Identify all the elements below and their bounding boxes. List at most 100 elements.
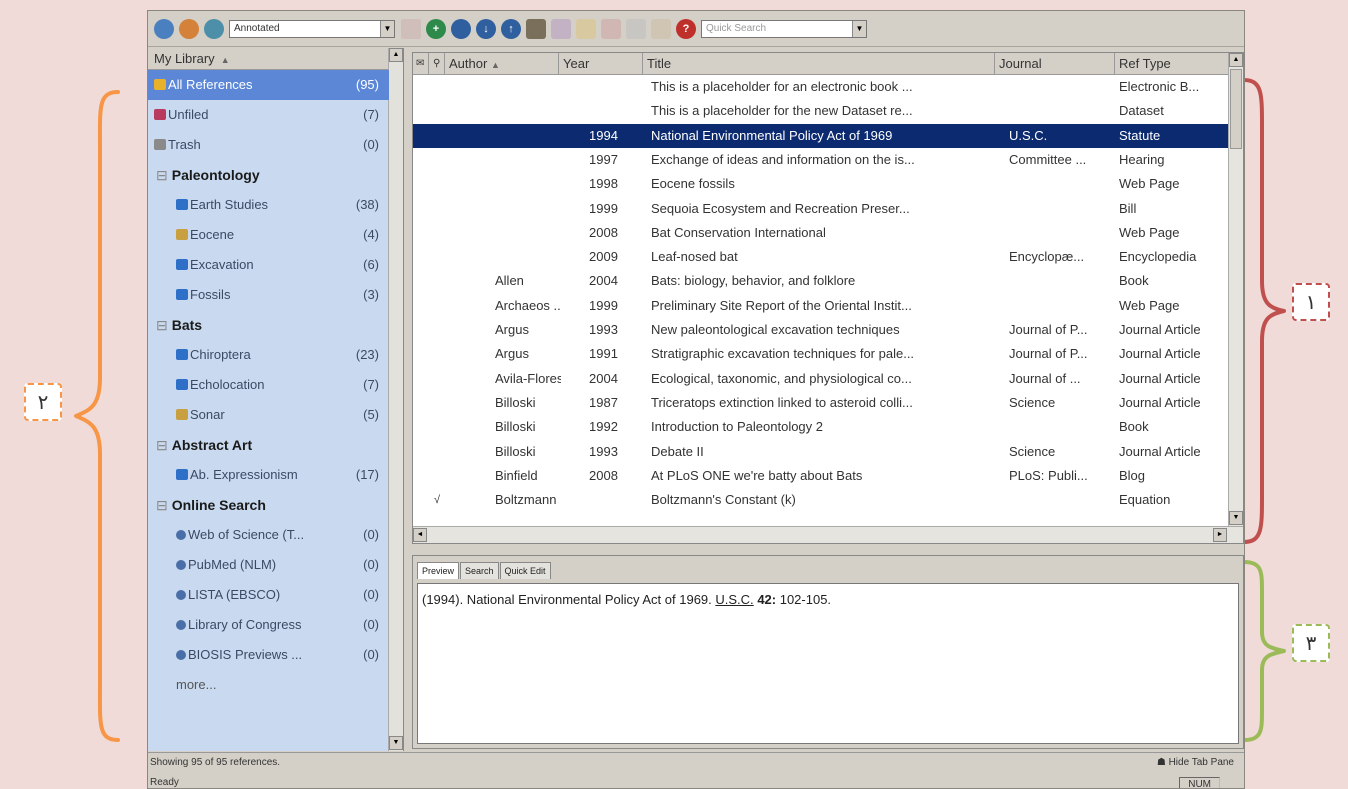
person-icon: ☗ — [1156, 757, 1166, 768]
library-item-sonar[interactable]: Sonar (5) — [148, 400, 389, 430]
download-icon[interactable]: ↓ — [476, 18, 496, 39]
style-select[interactable]: Annotated ▼ — [229, 19, 395, 38]
library-item-fossils[interactable]: Fossils (3) — [148, 280, 389, 310]
library-item-label: Echolocation — [190, 377, 265, 392]
table-row[interactable]: Allen 2004 Bats: biology, behavior, and fo… — [413, 269, 1229, 293]
chevron-down-icon[interactable]: ▼ — [380, 20, 394, 37]
library-item-count: (0) — [363, 587, 379, 602]
library-item-excavation[interactable]: Excavation (6) — [148, 250, 389, 280]
attachment-column-icon[interactable]: ⚲ — [429, 53, 445, 75]
integrated-library-mode-icon[interactable] — [204, 18, 224, 39]
table-row[interactable]: √ Boltzmann Boltzmann's Constant (k) Equati… — [413, 488, 1229, 512]
table-row[interactable]: 2008 Bat Conservation International Web Pa… — [413, 221, 1229, 245]
library-item-library-of-congress[interactable]: Library of Congress (0) — [148, 610, 389, 640]
read-status-column-icon[interactable]: ✉ — [413, 53, 429, 75]
edit-icon[interactable] — [551, 18, 571, 39]
quick-search-select[interactable]: Quick Search ▼ — [701, 19, 867, 38]
library-item-biosis-previews[interactable]: BIOSIS Previews ... (0) — [148, 640, 389, 670]
library-item-label: Web of Science (T... — [188, 527, 305, 542]
library-item-count: (0) — [363, 647, 379, 662]
table-row[interactable]: 1994 National Environmental Policy Act of… — [413, 123, 1229, 148]
collapse-icon[interactable]: ⊟ — [156, 317, 168, 333]
smart-group-icon — [176, 229, 188, 240]
scroll-thumb[interactable] — [1230, 69, 1242, 149]
library-scrollbar[interactable]: ▲ ▼ — [388, 48, 403, 751]
library-item-eocene[interactable]: Eocene (4) — [148, 220, 389, 250]
online-search-mode-icon[interactable] — [154, 18, 174, 39]
table-row[interactable]: Binfield 2008 At PLoS ONE we're batty abou… — [413, 464, 1229, 488]
table-row[interactable]: Argus 1993 New paleontological excavation … — [413, 318, 1229, 342]
scroll-up-icon[interactable]: ▲ — [1229, 53, 1243, 67]
library-item-all-references[interactable]: All References (95) — [148, 70, 389, 100]
scroll-up-icon[interactable]: ▲ — [389, 48, 403, 62]
library-item-more[interactable]: more... — [148, 670, 389, 700]
table-row[interactable]: Argus 1991 Stratigraphic excavation techni… — [413, 342, 1229, 366]
collapse-icon[interactable]: ⊟ — [156, 167, 168, 183]
group-header-online-search[interactable]: ⊟ Online Search — [148, 490, 389, 520]
folder-icon[interactable] — [576, 18, 596, 39]
local-library-mode-icon[interactable] — [179, 18, 199, 39]
library-header[interactable]: My Library ▲ — [148, 48, 389, 70]
attach-icon[interactable] — [601, 18, 621, 39]
tab-quick-edit[interactable]: Quick Edit — [499, 562, 551, 579]
cell-author: Billoski — [495, 394, 536, 410]
table-row[interactable]: 1997 Exchange of ideas and information on… — [413, 148, 1229, 172]
layout-icon[interactable] — [626, 18, 646, 39]
cell-journal: Journal of P... — [1009, 346, 1088, 362]
column-journal[interactable]: Journal — [995, 53, 1115, 75]
hide-tab-pane-button[interactable]: ☗ Hide Tab Pane — [1157, 757, 1234, 768]
help-icon[interactable]: ? — [676, 18, 696, 39]
column-reftype[interactable]: Ref Type — [1115, 53, 1229, 75]
cell-year: 1994 — [589, 127, 618, 143]
reference-list-hscrollbar[interactable]: ◄ ► — [413, 526, 1243, 543]
upload-icon[interactable]: ↑ — [501, 18, 521, 39]
insert-citation-icon[interactable]: + — [426, 18, 446, 39]
column-author[interactable]: Author ▲ — [445, 53, 559, 75]
library-item-web-of-science-t[interactable]: Web of Science (T... (0) — [148, 520, 389, 550]
table-row[interactable]: 2009 Leaf-nosed bat Encyclopæ... Encycloped… — [413, 245, 1229, 269]
find-fulltext-icon[interactable] — [451, 18, 471, 39]
scroll-down-icon[interactable]: ▼ — [1229, 511, 1243, 525]
table-row[interactable]: Avila-Flores 2004 Ecological, taxonomic, a… — [413, 367, 1229, 391]
library-item-pubmed-nlm[interactable]: PubMed (NLM) (0) — [148, 550, 389, 580]
column-year[interactable]: Year — [559, 53, 643, 75]
style-icon[interactable] — [401, 18, 421, 39]
library-item-chiroptera[interactable]: Chiroptera (23) — [148, 340, 389, 370]
library-item-earth-studies[interactable]: Earth Studies (38) — [148, 190, 389, 220]
collapse-icon[interactable]: ⊟ — [156, 437, 168, 453]
cell-title: At PLoS ONE we're batty about Bats — [651, 467, 863, 483]
column-title[interactable]: Title — [643, 53, 995, 75]
all-references-icon — [154, 79, 166, 90]
table-row[interactable]: Billoski 1987 Triceratops extinction linke… — [413, 391, 1229, 415]
tab-search[interactable]: Search — [460, 562, 499, 579]
table-row[interactable]: Billoski 1992 Introduction to Paleontology… — [413, 415, 1229, 439]
scroll-right-icon[interactable]: ► — [1213, 528, 1227, 542]
table-row[interactable]: This is a placeholder for an electronic … — [413, 75, 1229, 99]
reference-list-vscrollbar[interactable]: ▲ ▼ — [1228, 53, 1243, 527]
table-row[interactable]: 1999 Sequoia Ecosystem and Recreation Pre… — [413, 197, 1229, 221]
table-row[interactable]: This is a placeholder for the new Datase… — [413, 99, 1229, 123]
group-header-bats[interactable]: ⊟ Bats — [148, 310, 389, 340]
chevron-down-icon[interactable]: ▼ — [852, 20, 866, 37]
table-row[interactable]: 1998 Eocene fossils Web Page — [413, 172, 1229, 196]
folder-icon — [176, 349, 188, 360]
cell-type: Encyclopedia — [1119, 249, 1197, 265]
group-header-abstract-art[interactable]: ⊟ Abstract Art — [148, 430, 389, 460]
collapse-icon[interactable]: ⊟ — [156, 497, 168, 513]
scroll-down-icon[interactable]: ▼ — [389, 736, 403, 750]
group-icon[interactable] — [526, 18, 546, 39]
table-row[interactable]: Billoski 1993 Debate II Science Journal Arti… — [413, 440, 1229, 464]
cell-type: Hearing — [1119, 151, 1165, 167]
group-header-paleontology[interactable]: ⊟ Paleontology — [148, 160, 389, 190]
library-item-unfiled[interactable]: Unfiled (7) — [148, 100, 389, 130]
library-item-ab-expressionism[interactable]: Ab. Expressionism (17) — [148, 460, 389, 490]
cell-journal: Journal of P... — [1009, 322, 1088, 337]
library-header-label: My Library — [154, 51, 215, 66]
library-item-trash[interactable]: Trash (0) — [148, 130, 389, 160]
tab-preview[interactable]: Preview — [417, 562, 460, 579]
share-icon[interactable] — [651, 18, 671, 39]
scroll-left-icon[interactable]: ◄ — [413, 528, 427, 542]
library-item-lista-ebsco[interactable]: LISTA (EBSCO) (0) — [148, 580, 389, 610]
table-row[interactable]: Archaeos ... 1999 Preliminary Site Report … — [413, 294, 1229, 318]
library-item-echolocation[interactable]: Echolocation (7) — [148, 370, 389, 400]
